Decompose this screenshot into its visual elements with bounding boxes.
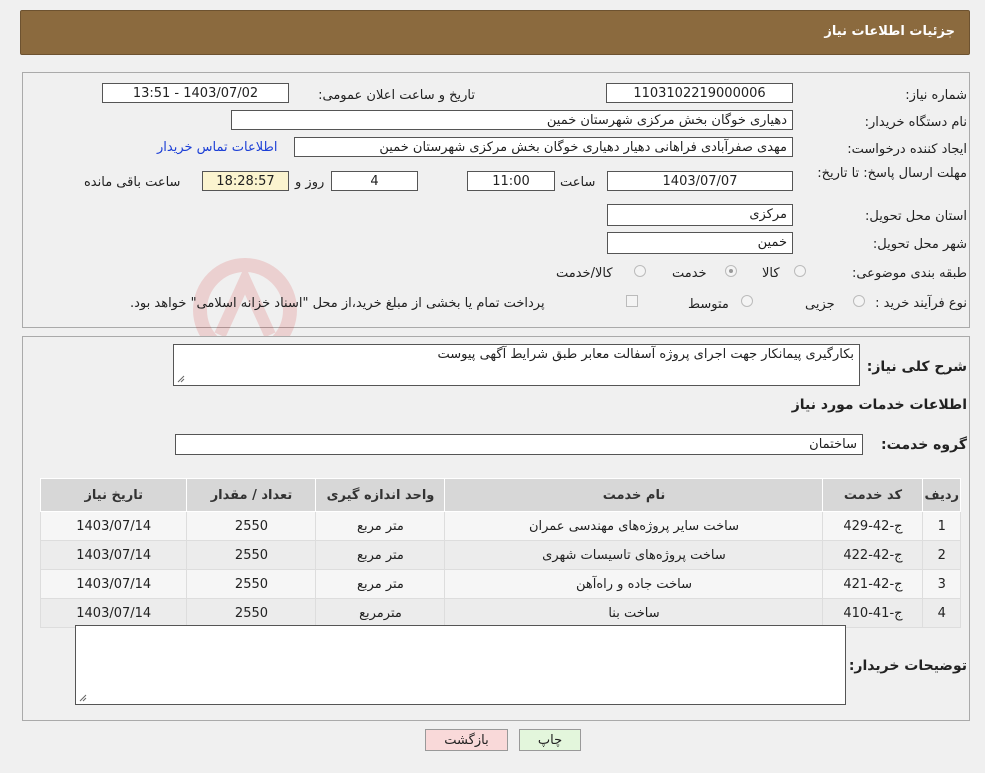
announce-field: 1403/07/02 - 13:51 — [102, 83, 289, 103]
cell-service-name: ساخت سایر پروژه‌های مهندسی عمران — [444, 511, 824, 541]
process-option-medium: متوسط — [688, 297, 729, 312]
days-label: روز و — [295, 175, 325, 190]
deadline-time-field: 11:00 — [467, 171, 555, 191]
services-section-title: اطلاعات خدمات مورد نیاز — [791, 397, 967, 413]
cell-need-date: 1403/07/14 — [39, 511, 188, 541]
creator-label: ایجاد کننده درخواست: — [847, 142, 967, 157]
cell-quantity: 2550 — [186, 540, 317, 570]
cell-service-code: ج-41-410 — [822, 598, 924, 628]
table-row: 2 ج-42-422 ساخت پروژه‌های تاسیسات شهری م… — [39, 540, 961, 570]
process-label: نوع فرآیند خرید : — [875, 296, 967, 311]
process-option-minor: جزیی — [805, 297, 835, 312]
description-label: شرح کلی نیاز: — [866, 359, 967, 375]
table-header-row: ردیف کد خدمت نام خدمت واحد اندازه گیری ت… — [39, 478, 961, 512]
cell-need-date: 1403/07/14 — [39, 598, 188, 628]
column-header-service-name: نام خدمت — [444, 478, 824, 512]
service-group-field: ساختمان — [175, 434, 863, 455]
process-radio-medium[interactable] — [741, 295, 753, 307]
category-radio-goods[interactable] — [794, 265, 806, 277]
cell-row-number: 1 — [922, 511, 961, 541]
column-header-row-number: ردیف — [922, 478, 961, 512]
category-option-goods: کالا — [762, 266, 780, 281]
remaining-label: ساعت باقی مانده — [84, 175, 181, 190]
deadline-label: مهلت ارسال پاسخ: تا تاریخ: — [817, 166, 967, 181]
cell-unit: مترمربع — [315, 598, 446, 628]
table-row: 1 ج-42-429 ساخت سایر پروژه‌های مهندسی عم… — [39, 511, 961, 541]
back-button[interactable]: بازگشت — [425, 729, 508, 751]
column-header-service-code: کد خدمت — [822, 478, 924, 512]
province-field: مرکزی — [607, 204, 793, 226]
treasury-checkbox[interactable] — [626, 295, 638, 307]
service-group-label: گروه خدمت: — [881, 437, 967, 453]
category-label: طبقه بندی موضوعی: — [851, 266, 967, 281]
cell-service-code: ج-42-422 — [822, 540, 924, 570]
cell-unit: متر مربع — [315, 569, 446, 599]
days-field: 4 — [331, 171, 418, 191]
cell-need-date: 1403/07/14 — [39, 540, 188, 570]
contact-buyer-link[interactable]: اطلاعات تماس خریدار — [157, 140, 277, 155]
cell-unit: متر مربع — [315, 540, 446, 570]
cell-service-code: ج-42-421 — [822, 569, 924, 599]
table-row: 4 ج-41-410 ساخت بنا مترمربع 2550 1403/07… — [39, 598, 961, 628]
cell-unit: متر مربع — [315, 511, 446, 541]
need-number-field: 1103102219000006 — [606, 83, 793, 103]
description-text: بکارگیری پیمانکار جهت اجرای پروژه آسفالت… — [437, 347, 854, 362]
category-option-goods-service: کالا/خدمت — [556, 266, 613, 281]
city-field: خمین — [607, 232, 793, 254]
description-textarea[interactable]: بکارگیری پیمانکار جهت اجرای پروژه آسفالت… — [173, 344, 860, 386]
resize-grip-icon[interactable] — [177, 375, 185, 383]
remaining-time-field: 18:28:57 — [202, 171, 289, 191]
page-title: جزئیات اطلاعات نیاز — [824, 24, 955, 39]
process-radio-minor[interactable] — [853, 295, 865, 307]
table-row: 3 ج-42-421 ساخت جاده و راه‌آهن متر مربع … — [39, 569, 961, 599]
category-option-service: خدمت — [672, 266, 707, 281]
treasury-note: پرداخت تمام یا بخشی از مبلغ خرید،از محل … — [130, 296, 545, 311]
category-radio-service[interactable] — [725, 265, 737, 277]
buyer-field: دهیاری خوگان بخش مرکزی شهرستان خمین — [231, 110, 793, 130]
cell-row-number: 4 — [922, 598, 961, 628]
announce-label: تاریخ و ساعت اعلان عمومی: — [318, 88, 475, 103]
cell-row-number: 3 — [922, 569, 961, 599]
deadline-date-field: 1403/07/07 — [607, 171, 793, 191]
cell-service-name: ساخت پروژه‌های تاسیسات شهری — [444, 540, 824, 570]
resize-grip-icon[interactable] — [79, 694, 87, 702]
province-label: استان محل تحویل: — [865, 209, 967, 224]
print-button[interactable]: چاپ — [519, 729, 581, 751]
need-number-label: شماره نیاز: — [905, 88, 967, 103]
cell-quantity: 2550 — [186, 598, 317, 628]
time-label: ساعت — [560, 175, 596, 190]
cell-service-name: ساخت بنا — [444, 598, 824, 628]
column-header-quantity: تعداد / مقدار — [186, 478, 317, 512]
services-table: ردیف کد خدمت نام خدمت واحد اندازه گیری ت… — [39, 478, 961, 628]
cell-row-number: 2 — [922, 540, 961, 570]
cell-quantity: 2550 — [186, 511, 317, 541]
cell-need-date: 1403/07/14 — [39, 569, 188, 599]
column-header-unit: واحد اندازه گیری — [315, 478, 446, 512]
category-radio-goods-service[interactable] — [634, 265, 646, 277]
creator-field: مهدی صفرآبادی فراهانی دهیار دهیاری خوگان… — [294, 137, 793, 157]
buyer-notes-label: توضیحات خریدار: — [848, 658, 967, 674]
buyer-notes-textarea[interactable] — [75, 625, 846, 705]
cell-quantity: 2550 — [186, 569, 317, 599]
cell-service-code: ج-42-429 — [822, 511, 924, 541]
cell-service-name: ساخت جاده و راه‌آهن — [444, 569, 824, 599]
column-header-need-date: تاریخ نیاز — [39, 478, 188, 512]
buyer-label: نام دستگاه خریدار: — [864, 115, 967, 130]
page-header: جزئیات اطلاعات نیاز — [20, 10, 970, 55]
city-label: شهر محل تحویل: — [872, 237, 967, 252]
